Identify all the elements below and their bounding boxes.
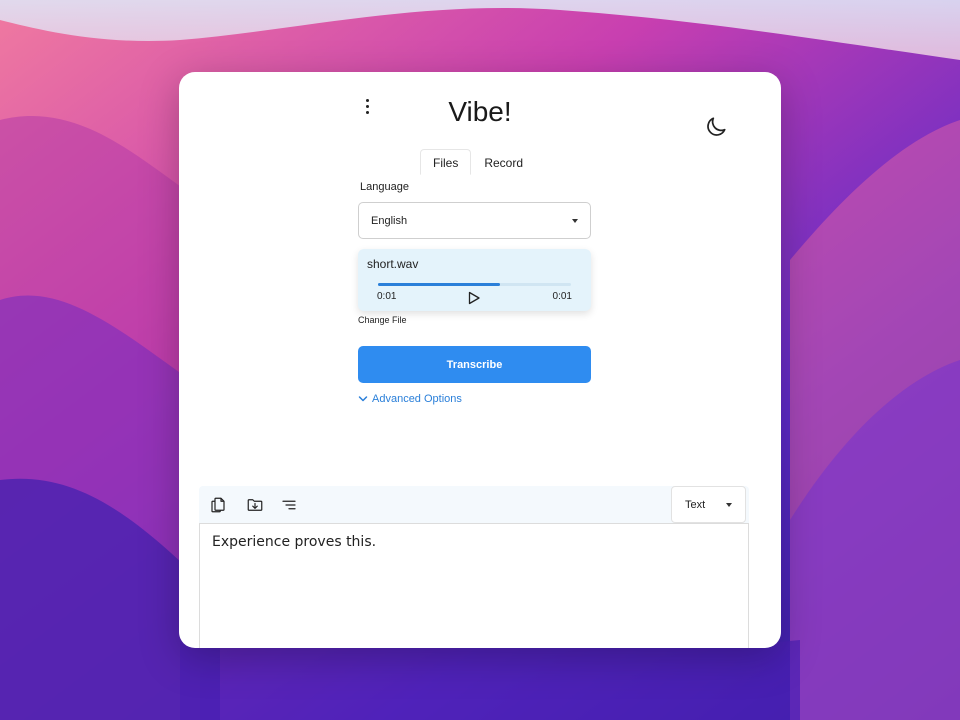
chevron-down-icon: [358, 396, 368, 402]
align-right-icon: [282, 500, 296, 510]
copy-icon: [211, 497, 225, 513]
audio-current-time: 0:01: [377, 291, 397, 302]
audio-player: short.wav 0:01 0:01: [358, 249, 591, 311]
language-select[interactable]: English: [358, 202, 591, 239]
tab-record[interactable]: Record: [471, 149, 536, 175]
audio-total-time: 0:01: [552, 291, 572, 302]
transcript-output[interactable]: Experience proves this.: [199, 523, 749, 648]
advanced-options-toggle[interactable]: Advanced Options: [358, 393, 462, 405]
source-tabs: Files Record: [420, 149, 536, 175]
play-button[interactable]: [467, 291, 481, 305]
tab-files[interactable]: Files: [420, 149, 472, 175]
language-label: Language: [360, 181, 409, 193]
audio-progress-fill: [378, 283, 500, 286]
transcribe-button[interactable]: Transcribe: [358, 346, 591, 383]
output-toolbar: [199, 486, 749, 524]
audio-file-name: short.wav: [367, 257, 419, 271]
advanced-options-label: Advanced Options: [372, 393, 462, 405]
moon-icon: [707, 117, 726, 136]
chevron-down-icon: [726, 502, 732, 507]
play-icon: [468, 291, 480, 305]
save-button[interactable]: [244, 494, 266, 516]
language-value: English: [371, 214, 408, 227]
theme-toggle-button[interactable]: [703, 114, 729, 140]
chevron-down-icon: [572, 218, 578, 223]
audio-progress-bar[interactable]: [378, 283, 571, 286]
folder-download-icon: [247, 499, 263, 511]
app-window: Vibe! Files Record Language English shor…: [179, 72, 781, 648]
copy-button[interactable]: [207, 494, 229, 516]
format-text-button[interactable]: [278, 494, 300, 516]
output-format-value: Text: [685, 498, 706, 511]
app-title: Vibe!: [448, 96, 512, 127]
change-file-link[interactable]: Change File: [358, 315, 407, 325]
output-format-select[interactable]: Text: [671, 486, 746, 523]
